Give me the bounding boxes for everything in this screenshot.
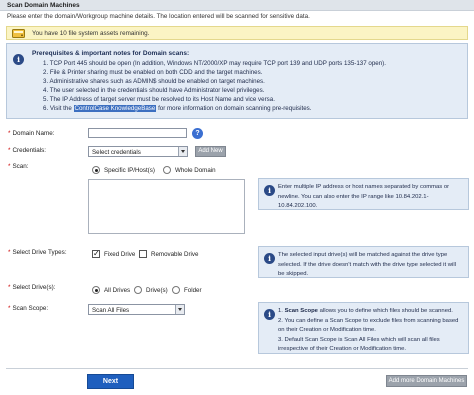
scan-scope-select[interactable]: Scan All Files <box>88 304 185 315</box>
storage-icon <box>12 29 25 40</box>
credentials-select-value: Select credentials <box>92 148 141 156</box>
prereq-item-suffix: for more information on domain scanning … <box>156 105 312 113</box>
scan-scope-select-value: Scan All Files <box>92 306 130 314</box>
asset-notice-text: You have 10 file system assets remaining… <box>32 30 150 37</box>
credentials-label: * Credentials: <box>8 147 46 154</box>
scan-specific-radio[interactable] <box>92 166 100 174</box>
scan-info-text: Enter multiple IP address or host names … <box>278 184 450 209</box>
scan-whole-domain-radio[interactable] <box>163 166 171 174</box>
scan-scope-info-panel: i 1. Scan Scope allows you to define whi… <box>258 302 469 354</box>
drives-label-text: Select Drive(s): <box>12 284 56 291</box>
fixed-drive-label: Fixed Drive <box>104 251 136 258</box>
required-marker: * <box>8 147 11 154</box>
prerequisites-list: 1. TCP Port 445 should be open (In addit… <box>43 59 386 114</box>
scan-scope-info-text: 1. Scan Scope allows you to define which… <box>278 307 464 355</box>
scan-scope-info-line: 3. Default Scan Scope is Scan All Files … <box>278 336 440 353</box>
scan-whole-domain-label: Whole Domain <box>175 167 216 174</box>
page-title: Scan Domain Machines <box>7 2 80 9</box>
prereq-item-kb: 6. Visit the ControlCase KnowledgeBase f… <box>43 104 386 113</box>
drives-option-label: Drive(s) <box>146 287 168 294</box>
add-credentials-button[interactable]: Add New <box>195 146 226 157</box>
domain-name-label-text: Domain Name: <box>12 130 55 137</box>
scan-scope-info-rest: allows you to define which files should … <box>317 308 453 314</box>
drive-types-info-text: The selected input drive(s) will be matc… <box>278 252 456 277</box>
drives-radio[interactable] <box>134 286 142 294</box>
info-icon: i <box>13 54 24 65</box>
drive-types-info-panel: i The selected input drive(s) will be ma… <box>258 246 469 278</box>
fixed-drive-checkbox[interactable] <box>92 249 100 258</box>
removable-drive-label: Removable Drive <box>151 251 199 258</box>
removable-drive-checkbox[interactable] <box>139 250 147 258</box>
domain-name-label: * Domain Name: <box>8 130 54 137</box>
credentials-label-text: Credentials: <box>12 147 47 154</box>
all-drives-label: All Drives <box>104 287 131 294</box>
required-marker: * <box>8 163 11 170</box>
all-drives-radio[interactable] <box>92 286 100 294</box>
scan-scope-info-line: 1. Scan Scope allows you to define which… <box>278 308 453 314</box>
next-button[interactable]: Next <box>87 374 134 389</box>
folder-label: Folder <box>184 287 202 294</box>
chevron-down-icon <box>178 147 187 156</box>
drive-types-label: * Select Drive Types: <box>8 249 67 256</box>
drive-types-label-text: Select Drive Types: <box>12 249 67 256</box>
scan-specific-label: Specific IP/Host(s) <box>104 167 155 174</box>
chevron-down-icon <box>175 305 184 314</box>
prereq-item: 3. Administrative shares such as ADMIN$ … <box>43 78 265 86</box>
info-icon: i <box>264 309 275 320</box>
scan-scope-info-line: 2. You can define a Scan Scope to exclud… <box>278 317 459 334</box>
domain-name-input[interactable] <box>88 128 187 138</box>
scan-label: * Scan: <box>8 163 29 170</box>
folder-radio[interactable] <box>172 286 180 294</box>
info-icon: i <box>264 253 275 264</box>
asset-notice: You have 10 file system assets remaining… <box>6 26 468 40</box>
prereq-item: 2. File & Printer sharing must be enable… <box>43 69 263 77</box>
scan-scope-info-bold: Scan Scope <box>284 308 318 314</box>
scan-info-panel: i Enter multiple IP address or host name… <box>258 178 469 210</box>
required-marker: * <box>8 130 11 137</box>
footer-divider <box>6 368 468 369</box>
required-marker: * <box>8 284 11 291</box>
required-marker: * <box>8 249 11 256</box>
credentials-select[interactable]: Select credentials <box>88 146 188 157</box>
prereq-item: 5. The IP Address of target server must … <box>43 96 275 104</box>
scan-scope-label-text: Scan Scope: <box>12 305 49 312</box>
knowledgebase-link[interactable]: ControlCase KnowledgeBase <box>73 105 157 113</box>
prereq-item-prefix: 6. Visit the <box>43 105 74 113</box>
add-more-machines-button[interactable]: Add more Domain Machines <box>386 375 467 387</box>
page-subtitle: Please enter the domain/Workgroup machin… <box>7 13 310 20</box>
prereq-item: 4. The user selected in the credentials … <box>43 87 265 95</box>
drives-label: * Select Drive(s): <box>8 284 56 291</box>
prerequisites-title: Prerequisites & important notes for Doma… <box>32 50 190 57</box>
info-icon: i <box>264 185 275 196</box>
scan-label-text: Scan: <box>12 163 29 170</box>
page-header: Scan Domain Machines <box>0 0 474 11</box>
hosts-textarea[interactable] <box>88 179 245 234</box>
help-icon[interactable]: ? <box>192 128 203 139</box>
prereq-item: 1. TCP Port 445 should be open (In addit… <box>43 60 386 67</box>
scan-scope-label: * Scan Scope: <box>8 305 48 312</box>
required-marker: * <box>8 305 11 312</box>
prerequisites-panel: i Prerequisites & important notes for Do… <box>6 43 468 119</box>
